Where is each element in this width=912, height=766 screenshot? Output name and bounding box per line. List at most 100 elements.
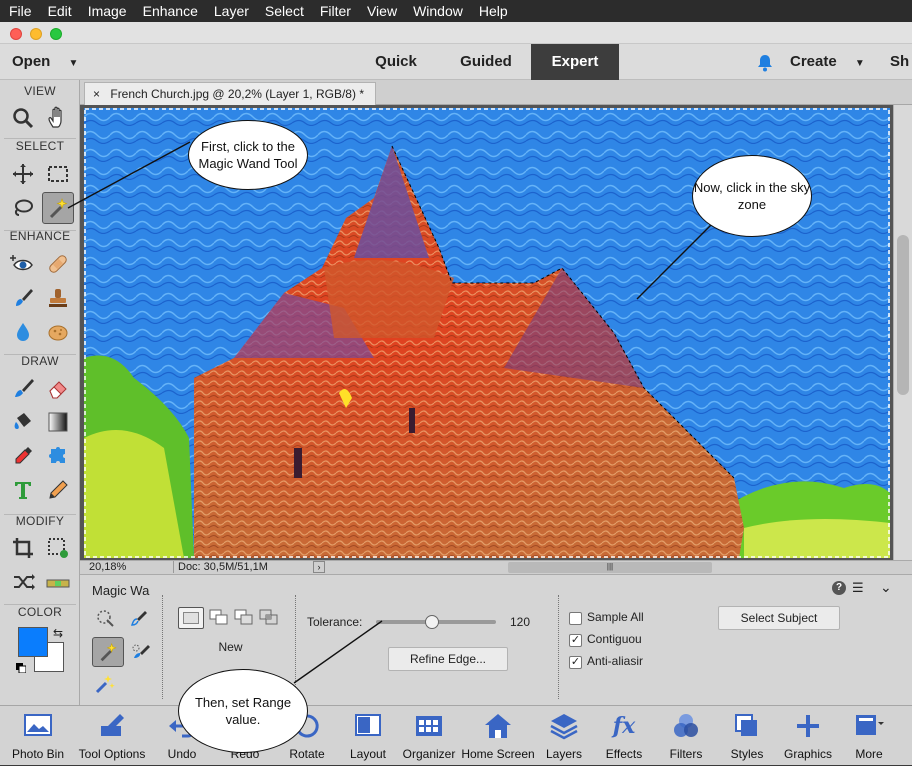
blur-tool[interactable] (7, 316, 39, 348)
add-to-selection-mode[interactable] (208, 608, 230, 628)
shuffle-icon (14, 574, 35, 590)
anti-alias-checkbox[interactable]: ✓ (569, 656, 582, 669)
zoom-tool[interactable] (7, 102, 39, 134)
minimize-window-button[interactable] (30, 28, 42, 40)
anti-alias-label: Anti-aliasir (587, 654, 644, 668)
tab-guided[interactable]: Guided (448, 44, 524, 80)
menu-enhance[interactable]: Enhance (143, 3, 207, 19)
new-selection-mode[interactable] (178, 607, 204, 629)
menu-filter[interactable]: Filter (320, 3, 360, 19)
callout-range: Then, set Range value. (178, 669, 308, 753)
styles-button[interactable]: Styles (716, 706, 778, 766)
swap-colors-icon[interactable]: ⇆ (53, 626, 63, 640)
subtract-from-selection-mode[interactable] (233, 608, 255, 628)
default-colors-icon[interactable] (16, 660, 27, 674)
pencil-tool[interactable] (42, 474, 74, 506)
smart-brush-tool[interactable] (7, 282, 39, 314)
menu-help[interactable]: Help (479, 3, 517, 19)
notification-bell-icon[interactable] (755, 53, 775, 73)
gradient-icon (48, 412, 68, 432)
paint-bucket-tool[interactable] (7, 406, 39, 438)
tolerance-slider[interactable] (376, 615, 496, 629)
contiguous-checkbox[interactable]: ✓ (569, 634, 582, 647)
sample-all-checkbox[interactable] (569, 612, 582, 625)
photo-bin-icon (24, 714, 52, 736)
fx-icon: fx (612, 713, 636, 739)
intersect-selection-mode[interactable] (258, 608, 280, 628)
effects-button[interactable]: fx Effects (592, 706, 656, 766)
straighten-tool[interactable] (42, 566, 74, 598)
status-bar: 20,18% Doc: 30,5M/51,1M › ||| (80, 560, 912, 574)
clone-stamp-tool[interactable] (42, 282, 74, 314)
share-button[interactable]: Sh (890, 44, 912, 80)
open-label: Open (12, 53, 51, 70)
create-button[interactable]: Create ▼ (790, 44, 880, 80)
photo-bin-button[interactable]: Photo Bin (2, 706, 74, 766)
menu-select[interactable]: Select (265, 3, 313, 19)
brush-tool[interactable] (7, 372, 39, 404)
scrollbar-thumb[interactable] (897, 235, 909, 395)
refine-edge-button[interactable]: Refine Edge... (388, 647, 508, 671)
sponge-icon (48, 325, 68, 341)
open-button[interactable]: Open ▼ (12, 44, 92, 80)
close-window-button[interactable] (10, 28, 22, 40)
graphics-button[interactable]: Graphics (778, 706, 838, 766)
crop-tool[interactable] (7, 532, 39, 564)
menu-view[interactable]: View (367, 3, 406, 19)
close-tab-icon[interactable]: × (93, 87, 100, 101)
callout-wand: First, click to the Magic Wand Tool (188, 120, 308, 190)
organizer-label: Organizer (402, 747, 456, 761)
gradient-tool[interactable] (42, 406, 74, 438)
menu-edit[interactable]: Edit (48, 3, 81, 19)
type-tool[interactable] (7, 474, 39, 506)
vertical-scrollbar[interactable] (893, 105, 912, 560)
healing-brush-tool[interactable] (42, 248, 74, 280)
tolerance-slider-thumb[interactable] (425, 615, 440, 629)
photo-bin-label: Photo Bin (11, 747, 65, 761)
content-aware-move-tool[interactable] (7, 566, 39, 598)
filters-button[interactable]: Filters (656, 706, 716, 766)
water-drop-icon (17, 323, 29, 341)
menu-window[interactable]: Window (413, 3, 472, 19)
organizer-button[interactable]: Organizer (398, 706, 460, 766)
panel-menu-icon[interactable]: ☰ (852, 580, 864, 596)
recompose-tool[interactable] (42, 532, 74, 564)
menu-layer[interactable]: Layer (214, 3, 258, 19)
quick-selection-tool-option[interactable] (92, 605, 118, 631)
layers-button[interactable]: Layers (536, 706, 592, 766)
tab-expert[interactable]: Expert (531, 44, 619, 80)
menu-file[interactable]: File (9, 3, 41, 19)
magic-wand-tool-option[interactable] (92, 637, 124, 667)
auto-selection-tool-option[interactable] (92, 671, 118, 697)
layout-icon (355, 714, 381, 736)
status-menu-arrow[interactable]: › (313, 561, 325, 573)
red-eye-tool[interactable] (7, 248, 39, 280)
foreground-color-swatch[interactable] (18, 627, 48, 657)
zoom-window-button[interactable] (50, 28, 62, 40)
document-tab[interactable]: × French Church.jpg @ 20,2% (Layer 1, RG… (84, 82, 376, 105)
puzzle-shape-icon (49, 447, 65, 463)
collapse-chevron-icon[interactable]: ⌄ (880, 579, 892, 596)
section-enhance: ENHANCE (9, 229, 71, 243)
lasso-tool[interactable] (7, 192, 39, 224)
sponge-tool[interactable] (42, 316, 74, 348)
selection-brush-tool-option[interactable] (126, 605, 152, 631)
canvas-area[interactable]: First, click to the Magic Wand Tool Now,… (67, 105, 912, 560)
refine-selection-brush-option[interactable] (128, 639, 154, 665)
styles-icon (735, 714, 757, 736)
home-screen-button[interactable]: Home Screen (460, 706, 536, 766)
eyedropper-icon (15, 447, 32, 464)
quick-selection-icon (97, 610, 114, 627)
select-subject-button[interactable]: Select Subject (718, 606, 840, 630)
more-button[interactable]: More (840, 706, 898, 766)
tool-options-button[interactable]: Tool Options (74, 706, 150, 766)
horizontal-scrollbar-thumb[interactable]: ||| (508, 562, 712, 573)
move-tool[interactable] (7, 158, 39, 190)
custom-shape-tool[interactable] (42, 440, 74, 472)
eyedropper-tool[interactable] (7, 440, 39, 472)
menu-image[interactable]: Image (88, 3, 136, 19)
eraser-tool[interactable] (42, 372, 74, 404)
tab-quick[interactable]: Quick (362, 44, 430, 80)
layout-button[interactable]: Layout (338, 706, 398, 766)
help-icon[interactable]: ? (832, 581, 846, 595)
